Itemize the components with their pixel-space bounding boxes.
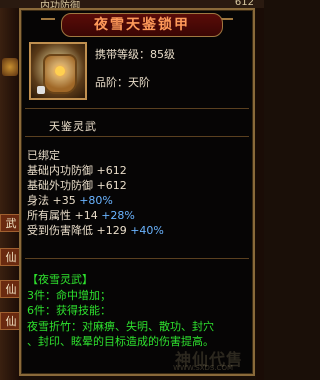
set-bonus-3: 3件：命中增加； [27, 288, 111, 302]
set-bonus-6: 6件：获得技能： [27, 304, 111, 317]
stat-name: 受到伤害降低 [27, 224, 93, 237]
stat-value: +14 [74, 209, 98, 222]
stat-row: 基础外功防御 +612 [27, 178, 251, 193]
stat-percent: +28% [101, 209, 135, 222]
stat-value: +129 [96, 224, 127, 237]
stat-name: 基础外功防御 [27, 179, 93, 192]
background-stat-bar: 内功防御 612 [0, 0, 264, 12]
title-ornament-left [41, 18, 55, 30]
divider [25, 108, 249, 109]
item-grade: 品阶：天阶 [95, 76, 150, 89]
armor-icon [29, 42, 87, 100]
stat-row: 所有属性 +14 +28% [27, 208, 251, 223]
stat-name: 身法 [27, 194, 49, 207]
stat-name: 基础内功防御 [27, 164, 93, 177]
item-tooltip: 夜雪天鉴锁甲 携带等级：85级 品阶：天阶 天鉴灵武 已绑定 基础内功防御 +6… [19, 8, 255, 376]
divider [25, 258, 249, 259]
watermark-url: WWW.SXDS.COM [173, 364, 233, 372]
set-bonus: 【夜雪灵武】 3件：命中增加； 6件：获得技能： 夜雪折竹：对麻痹、失明、散功、… [27, 272, 253, 350]
left-side-panel: 武 仙 仙 仙 [0, 8, 22, 380]
stat-row: 受到伤害降低 +129 +40% [27, 223, 251, 238]
right-side-panel [256, 8, 264, 380]
stat-percent: +40% [130, 224, 164, 237]
required-level: 携带等级：85级 [95, 48, 175, 61]
stat-name: 所有属性 [27, 209, 71, 222]
stat-list: 已绑定 基础内功防御 +612 基础外功防御 +612 身法 +35 +80% … [27, 148, 251, 238]
set-name: 【夜雪灵武】 [27, 273, 93, 286]
glow-gem-icon [55, 66, 65, 76]
stat-value: +612 [96, 164, 127, 177]
side-item-icon[interactable] [2, 58, 18, 76]
bound-status: 已绑定 [27, 149, 60, 162]
set-skill-line-1: 夜雪折竹：对麻痹、失明、散功、封穴 [27, 319, 214, 333]
stat-row: 基础内功防御 +612 [27, 163, 251, 178]
stat-row: 身法 +35 +80% [27, 193, 251, 208]
item-category: 天鉴灵武 [49, 120, 97, 133]
stat-value: +612 [96, 179, 127, 192]
stat-value: +35 [52, 194, 76, 207]
background-stat-value: 612 [234, 0, 254, 8]
divider [25, 136, 249, 137]
bound-lock-icon [37, 86, 45, 94]
item-title: 夜雪天鉴锁甲 [61, 13, 223, 37]
stat-percent: +80% [79, 194, 113, 207]
